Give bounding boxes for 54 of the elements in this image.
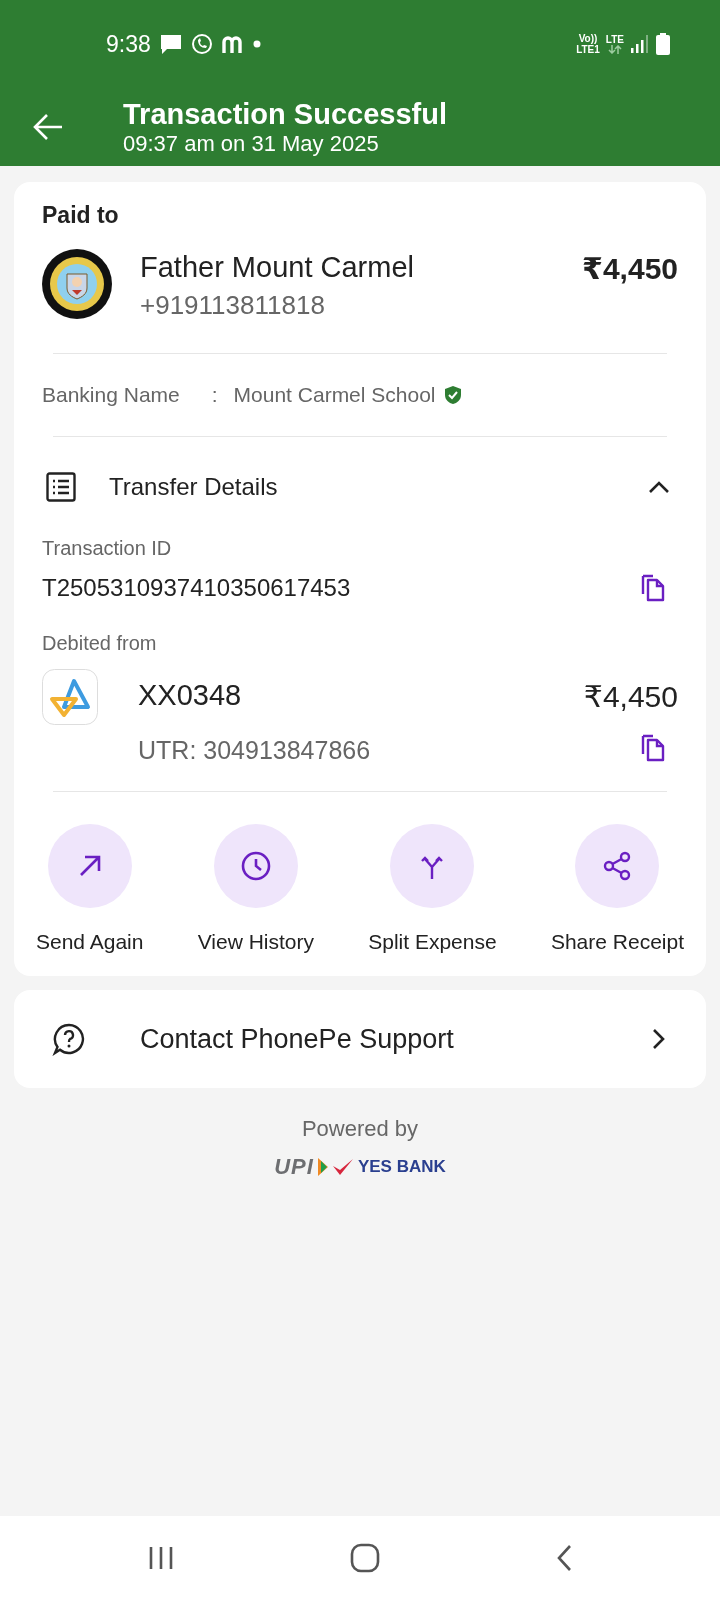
home-button[interactable]: [350, 1543, 380, 1573]
banking-name: Mount Carmel School: [233, 383, 436, 407]
powered-by-label: Powered by: [301, 1116, 419, 1142]
help-chat-icon: [52, 1022, 86, 1056]
chevron-flag-icon: [317, 1158, 328, 1176]
transaction-id-label: Transaction ID: [42, 537, 173, 560]
contact-support-button[interactable]: Contact PhonePe Support: [14, 990, 706, 1088]
collapse-button[interactable]: [648, 480, 670, 494]
chevron-up-icon: [648, 480, 670, 494]
payee-name: Father Mount Carmel: [140, 250, 415, 285]
battery-icon: [656, 33, 670, 55]
debited-from-label: Debited from: [42, 632, 158, 655]
list-icon: [46, 472, 76, 502]
separator: :: [211, 383, 218, 407]
split-expense-button[interactable]: Split Expense: [368, 824, 497, 954]
home-icon: [350, 1543, 380, 1573]
payee-phone: +919113811818: [140, 289, 326, 322]
data-arrows-icon: [607, 45, 622, 54]
upi-logo: UPI: [274, 1154, 314, 1180]
message-icon: [158, 32, 183, 56]
share-icon: [602, 851, 633, 881]
school-logo-icon: [42, 249, 112, 319]
recent-apps-button[interactable]: [148, 1546, 174, 1570]
clock: 9:38: [106, 30, 151, 58]
back-icon: [556, 1544, 572, 1572]
account-number: XX0348: [138, 679, 243, 712]
amount: ₹4,450: [582, 251, 678, 286]
transaction-id: T2505310937410350617453: [42, 574, 352, 602]
paid-to-label: Paid to: [42, 202, 120, 229]
recent-apps-icon: [148, 1546, 174, 1570]
transaction-time: 09:37 am on 31 May 2025: [123, 131, 380, 157]
network-label: LTE1: [576, 44, 600, 55]
m-icon: [220, 33, 245, 55]
chevron-right-icon: [652, 1028, 666, 1050]
back-button[interactable]: [556, 1544, 572, 1572]
debited-amount: ₹4,450: [583, 679, 678, 714]
phone-chat-icon: [190, 33, 213, 55]
back-arrow-icon: [32, 113, 64, 141]
network-label: LTE: [605, 34, 624, 45]
copy-icon[interactable]: [640, 574, 666, 602]
bank-logo-icon: [42, 669, 98, 725]
page-title: Transaction Successful: [123, 97, 447, 131]
view-history-button[interactable]: View History: [197, 824, 314, 954]
signal-icon: [630, 34, 650, 54]
copy-icon[interactable]: [640, 734, 666, 762]
utr-number: UTR: 304913847866: [138, 736, 372, 765]
section-title: Transfer Details: [109, 473, 279, 501]
dot-icon: [252, 40, 261, 48]
banking-name-label: Banking Name: [42, 383, 180, 407]
bank-logo: YES BANK: [357, 1157, 446, 1177]
clock-icon: [240, 851, 271, 881]
tick-icon: [331, 1158, 354, 1176]
network-label: Vo)): [578, 33, 598, 44]
share-receipt-button[interactable]: Share Receipt: [550, 824, 684, 954]
